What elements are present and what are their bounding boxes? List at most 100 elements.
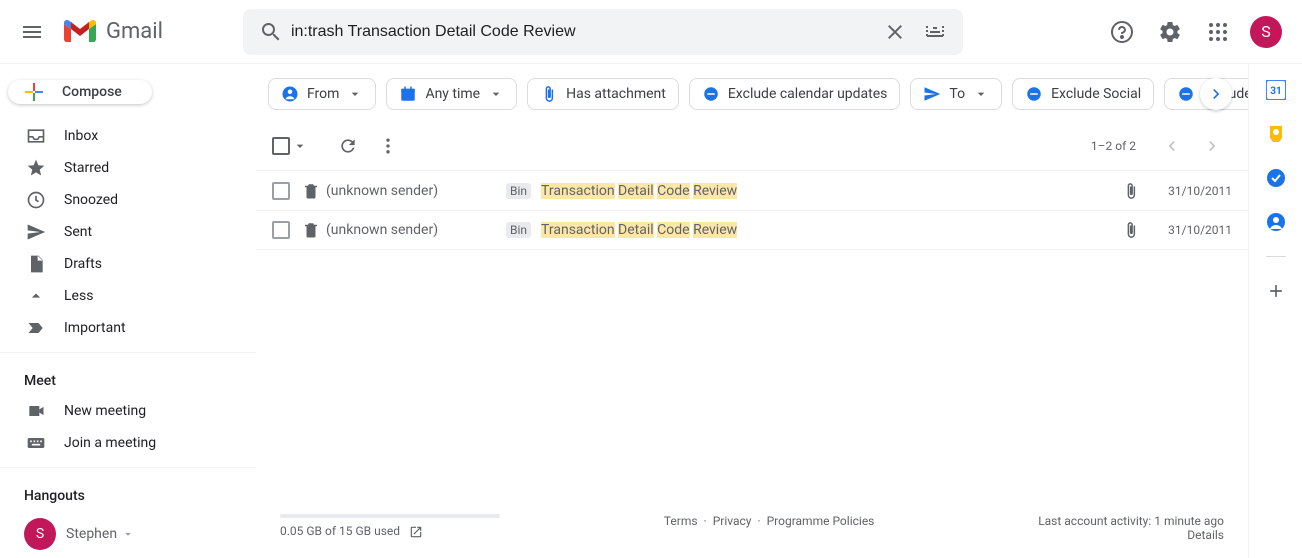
sidebar-item-snoozed[interactable]: Snoozed — [0, 184, 256, 216]
chevron-up-icon — [26, 286, 46, 306]
chevron-down-icon — [973, 86, 989, 102]
search-icon[interactable] — [251, 12, 291, 52]
sidebar-item-starred[interactable]: Starred — [0, 152, 256, 184]
star-icon — [26, 158, 46, 178]
more-button[interactable] — [368, 126, 408, 166]
sidebar-item-sent[interactable]: Sent — [0, 216, 256, 248]
clock-icon — [26, 190, 46, 210]
tasks-app-icon[interactable] — [1266, 168, 1286, 188]
app-header: Gmail S — [0, 0, 1302, 64]
gmail-logo-icon — [60, 12, 100, 52]
exclude-icon — [1177, 85, 1195, 103]
meet-item-new-meeting[interactable]: New meeting — [0, 395, 256, 427]
row-checkbox[interactable] — [272, 221, 290, 239]
chip-label: Exclude calendar updates — [728, 86, 888, 102]
support-icon[interactable] — [1102, 12, 1142, 52]
sidebar-item-drafts[interactable]: Drafts — [0, 248, 256, 280]
attachment-icon — [1122, 221, 1140, 239]
compose-button[interactable]: Compose — [8, 80, 152, 104]
sidebar-item-label: Starred — [64, 160, 109, 176]
chip-label: Exclude Social — [1051, 86, 1141, 102]
filter-scroll-next[interactable] — [1200, 78, 1232, 110]
keep-app-icon[interactable] — [1266, 124, 1286, 144]
filter-chip-any-time[interactable]: Any time — [386, 78, 517, 110]
row-date: 31/10/2011 — [1152, 223, 1232, 237]
meet-item-label: Join a meeting — [64, 435, 156, 451]
trash-icon — [302, 221, 320, 239]
settings-icon[interactable] — [1150, 12, 1190, 52]
get-addons-icon[interactable] — [1266, 281, 1286, 301]
email-row[interactable]: (unknown sender)Bin Transaction Detail Co… — [256, 210, 1248, 250]
storage-text: 0.05 GB of 15 GB used — [280, 524, 400, 538]
plus-icon — [22, 80, 46, 104]
filter-chip-exclude-social[interactable]: Exclude Social — [1012, 78, 1154, 110]
video-icon — [26, 401, 46, 421]
sidebar-item-label: Drafts — [64, 256, 102, 272]
sidebar-item-label: Important — [64, 320, 126, 336]
gmail-logo[interactable]: Gmail — [60, 12, 163, 52]
footer-link-programme-policies[interactable]: Programme Policies — [767, 514, 875, 528]
footer: 0.05 GB of 15 GB used Terms·Privacy·Prog… — [256, 498, 1248, 558]
sidebar-item-important[interactable]: Important — [0, 312, 256, 344]
exclude-icon — [702, 85, 720, 103]
refresh-button[interactable] — [328, 126, 368, 166]
chip-label: Any time — [425, 86, 480, 102]
keyboard-icon — [26, 433, 46, 453]
account-avatar[interactable]: S — [1250, 16, 1282, 48]
footer-links: Terms·Privacy·Programme Policies — [664, 514, 875, 528]
main-menu-button[interactable] — [8, 8, 56, 56]
trash-icon — [302, 182, 320, 200]
sidebar-item-label: Snoozed — [64, 192, 118, 208]
next-page-button[interactable] — [1192, 126, 1232, 166]
chevron-down-icon — [292, 138, 308, 154]
contacts-app-icon[interactable] — [1266, 212, 1286, 232]
select-all-checkbox[interactable] — [272, 137, 308, 155]
header-actions: S — [1102, 12, 1282, 52]
row-subject: Transaction Detail Code Review — [541, 183, 1122, 199]
side-panel: 31 — [1248, 64, 1302, 558]
sidebar: Compose Inbox Starred Snoozed Sent Drafts Les… — [0, 64, 256, 558]
hangouts-user[interactable]: S Stephen — [0, 510, 256, 558]
important-icon — [26, 318, 46, 338]
row-date: 31/10/2011 — [1152, 184, 1232, 198]
filter-chip-to[interactable]: To — [910, 78, 1002, 110]
inbox-icon — [26, 126, 46, 146]
filter-chip-from[interactable]: From — [268, 78, 376, 110]
chip-label: From — [307, 86, 339, 102]
details-link[interactable]: Details — [1038, 528, 1224, 542]
meet-item-label: New meeting — [64, 403, 146, 419]
meet-header: Meet — [0, 361, 256, 395]
clear-search-icon[interactable] — [875, 12, 915, 52]
email-row[interactable]: (unknown sender)BinTransaction Detail Co… — [256, 170, 1248, 210]
gmail-logo-text: Gmail — [106, 19, 163, 44]
open-in-new-icon[interactable] — [409, 525, 423, 539]
person-icon — [281, 85, 299, 103]
email-list: (unknown sender)Bin Transaction Detail Co… — [256, 170, 1248, 498]
search-input[interactable] — [291, 23, 875, 41]
chevron-down-icon — [121, 527, 135, 541]
filter-bar: From Any time Has attachment Exclude calend… — [256, 64, 1248, 122]
search-options-icon[interactable] — [915, 12, 955, 52]
sidebar-item-label: Less — [64, 288, 93, 304]
compose-label: Compose — [62, 84, 122, 100]
attachment-icon — [1122, 182, 1140, 200]
page-info: 1–2 of 2 — [1091, 139, 1136, 153]
activity-text: Last account activity: 1 minute ago — [1038, 514, 1224, 528]
calendar-app-icon[interactable]: 31 — [1266, 80, 1286, 100]
bin-label: Bin — [506, 222, 531, 238]
apps-icon[interactable] — [1198, 12, 1238, 52]
filter-chip-has-attachment[interactable]: Has attachment — [527, 78, 679, 110]
row-checkbox[interactable] — [272, 182, 290, 200]
chevron-down-icon — [488, 86, 504, 102]
footer-link-privacy[interactable]: Privacy — [713, 514, 752, 528]
search-bar — [243, 9, 963, 55]
meet-item-join-a-meeting[interactable]: Join a meeting — [0, 427, 256, 459]
sidebar-item-inbox[interactable]: Inbox — [0, 120, 256, 152]
row-subject: Transaction Detail Code Review — [541, 222, 1122, 238]
prev-page-button[interactable] — [1152, 126, 1192, 166]
footer-link-terms[interactable]: Terms — [664, 514, 698, 528]
filter-chip-exclude-calendar-updates[interactable]: Exclude calendar updates — [689, 78, 901, 110]
sidebar-item-less[interactable]: Less — [0, 280, 256, 312]
attachment-icon — [540, 85, 558, 103]
row-sender: (unknown sender) — [326, 222, 506, 238]
